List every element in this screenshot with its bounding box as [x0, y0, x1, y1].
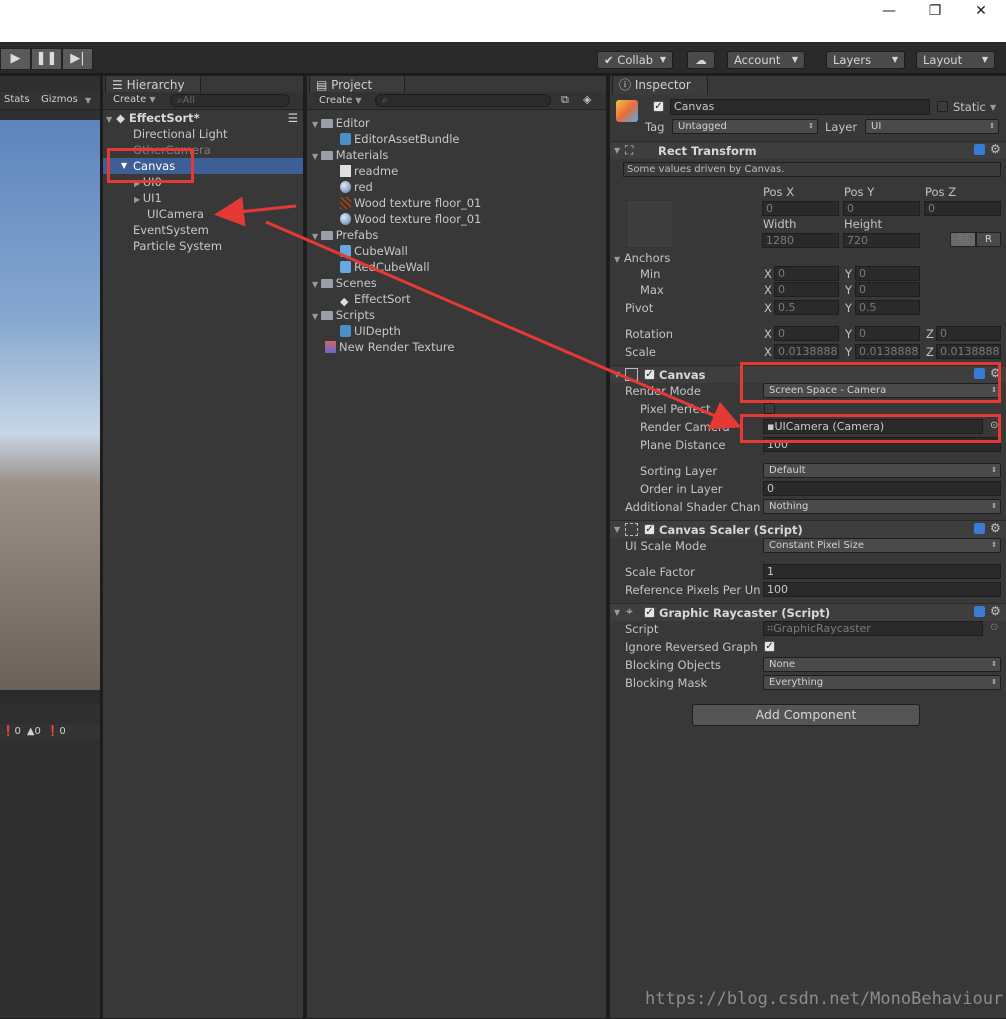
- annotation-arrows: [214, 196, 742, 430]
- arrow-to-render-camera: [265, 220, 742, 430]
- arrow-to-uicamera: [214, 196, 297, 227]
- watermark: https://blog.csdn.net/MonoBehaviour: [645, 989, 1004, 1009]
